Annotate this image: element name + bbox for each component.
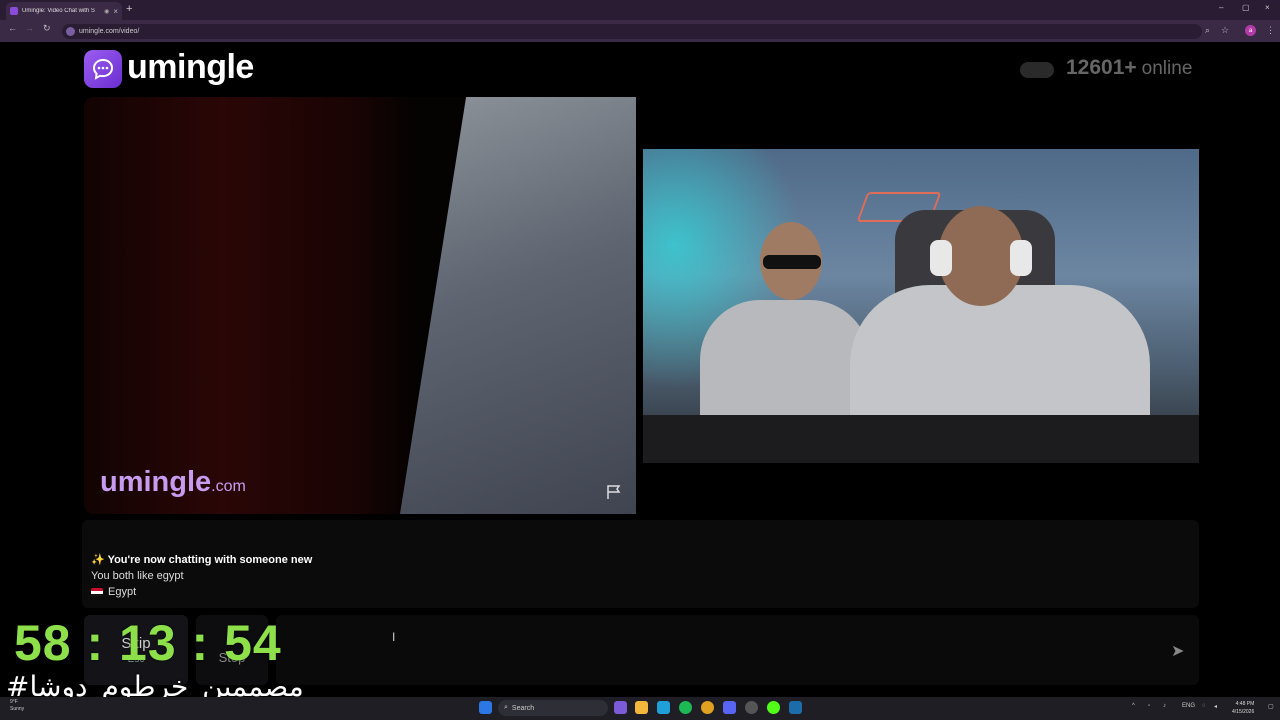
partner-country: Egypt [91,586,136,598]
kick-icon[interactable] [767,701,780,714]
egypt-flag-icon [91,587,103,597]
taskbar-clock[interactable]: 4:48 PM 4/15/2026 [1232,700,1254,716]
back-icon[interactable]: ← [8,23,17,33]
text-cursor-icon: I [392,630,396,644]
file-explorer-icon[interactable] [635,701,648,714]
minimize-button[interactable]: – [1219,3,1223,12]
country-name: Egypt [108,586,137,598]
tray-app-icon[interactable]: ▫ [1148,703,1150,709]
site-info-icon[interactable] [66,27,75,36]
start-windows-icon[interactable] [479,701,492,714]
close-window-button[interactable]: × [1265,3,1270,12]
search-label: Search [511,704,535,712]
message-input[interactable] [276,615,1199,685]
theme-toggle[interactable] [1020,62,1054,78]
weather-desc: Sunny [10,706,25,712]
common-interest-text: You both like egypt [91,570,184,582]
video-headphone-right [1010,240,1032,276]
video-person-right [850,285,1150,435]
copilot-icon[interactable] [614,701,627,714]
chat-system-message: ✨ You're now chatting with someone new [91,553,312,566]
browser-tab-bar [0,0,1280,20]
weather-temp: 9°F [10,699,18,705]
clock-time: 4:48 PM [1235,701,1255,707]
tab-title: Umingle: Video Chat with S [22,8,95,14]
steam-icon[interactable] [789,701,802,714]
audio-icon[interactable]: ◉ [104,8,109,15]
microphone-icon[interactable]: ♪ [1163,703,1166,709]
online-counter: 12601+ online [1066,56,1192,80]
volume-icon[interactable]: ◂ [1214,703,1217,710]
maximize-button[interactable]: ▢ [1242,3,1250,12]
taskbar-search[interactable]: ⌕ Search [498,700,608,716]
stream-timer: 58 : 13 : 54 [14,615,282,671]
video-person-left [700,300,870,430]
profile-avatar[interactable]: a [1245,25,1256,36]
send-icon[interactable]: ➤ [1171,641,1184,661]
online-label: online [1141,58,1193,79]
language-indicator[interactable]: ENG [1182,703,1195,709]
close-tab-icon[interactable]: × [113,7,118,16]
spotify-icon[interactable] [679,701,692,714]
video-watermark: umingle.com [100,466,246,499]
zoom-icon[interactable]: ⌕ [1205,25,1210,36]
notification-icon[interactable]: ▢ [1268,703,1274,710]
reload-icon[interactable]: ↻ [43,23,51,34]
report-flag-icon[interactable] [606,484,624,505]
weather-widget[interactable]: 9°F Sunny [10,699,24,713]
url-text: umingle.com/video/ [79,28,140,35]
video-headphone-left [930,240,952,276]
address-bar[interactable]: umingle.com/video/ [62,24,1202,39]
browser-tab[interactable]: Umingle: Video Chat with S ◉ × [6,2,122,20]
search-icon: ⌕ [504,704,508,711]
site-logo-text[interactable]: umingle [127,48,254,87]
umingle-logo-icon[interactable] [84,50,122,88]
video-desk [643,415,1199,463]
watermark-suffix: .com [211,478,246,495]
watermark-main: umingle [100,466,212,498]
sparkles-icon: ✨ [91,554,105,566]
network-icon[interactable]: ◌ [1202,703,1206,709]
video-sunglasses [763,255,821,269]
bookmark-star-icon[interactable]: ☆ [1221,25,1229,36]
clock-date: 4/15/2026 [1232,709,1255,715]
obs-icon[interactable] [745,701,758,714]
online-count: 12601+ [1066,56,1137,79]
menu-icon[interactable]: ⋮ [1266,25,1275,36]
chrome-icon[interactable] [701,701,714,714]
edge-icon[interactable] [657,701,670,714]
discord-icon[interactable] [723,701,736,714]
forward-icon[interactable]: → [25,23,34,33]
umingle-favicon-icon [10,7,18,15]
new-tab-button[interactable]: + [126,3,132,15]
tray-chevron-icon[interactable]: ^ [1132,703,1135,709]
chat-bubble-icon [92,58,114,80]
new-partner-text: You're now chatting with someone new [107,554,313,566]
